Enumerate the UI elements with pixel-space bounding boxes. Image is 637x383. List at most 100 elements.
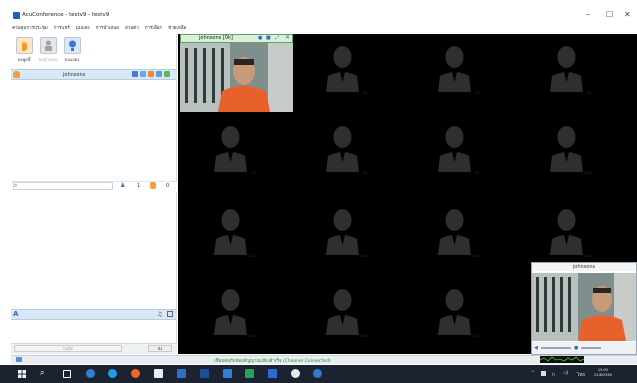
connection-status: เชื่อมต่อกับช่องสัญญาณเสียงสำเร็จ (Chann…: [214, 359, 331, 364]
chrome-icon[interactable]: [291, 369, 300, 378]
menu-item[interactable]: การนำเสนอ: [96, 24, 119, 32]
presenter-label: ขอนำเสนอ: [38, 57, 58, 62]
start-button[interactable]: [18, 370, 26, 378]
main-video-title: johnsons [0k]: [199, 35, 233, 41]
slot-label: 6%: [586, 91, 592, 95]
person-silhouette-icon: [326, 46, 359, 92]
mic-icon[interactable]: ●: [574, 345, 578, 351]
menu-item[interactable]: การเลือก: [145, 24, 162, 32]
network-icon[interactable]: [541, 371, 546, 376]
raise-hand-icon: [15, 37, 33, 54]
volume-icon[interactable]: ◁): [563, 371, 568, 376]
menu-item[interactable]: การแชร์: [54, 24, 70, 32]
person-silhouette-icon: [326, 209, 359, 255]
slot-label: 10%: [584, 171, 592, 175]
search-icon[interactable]: ⌕: [40, 368, 44, 378]
app-icon: [13, 12, 20, 19]
member-name[interactable]: johnsons: [63, 72, 85, 78]
maximize-button[interactable]: ☐: [606, 10, 613, 19]
volume-slider[interactable]: [541, 347, 571, 349]
empty-video-slot: 13%: [427, 203, 482, 258]
save-icon[interactable]: [167, 311, 173, 317]
tray-arrow-icon[interactable]: ^: [531, 371, 535, 376]
speaker-icon[interactable]: ◀: [534, 345, 538, 351]
person-silhouette-icon: [438, 209, 471, 255]
empty-video-slot: 6%: [539, 40, 594, 95]
close-button[interactable]: ✕: [624, 10, 631, 19]
conference-icon[interactable]: [313, 369, 322, 378]
hand-icon: [13, 71, 20, 78]
explorer-icon[interactable]: [200, 369, 209, 378]
person-silhouette-icon: [550, 209, 583, 255]
members-icon: ♟: [120, 182, 126, 189]
resize-icon[interactable]: ⤢: [275, 35, 279, 41]
ie-icon[interactable]: [108, 369, 117, 378]
chat-input[interactable]: บันทึก: [14, 345, 122, 352]
raise-hand-button[interactable]: ขอพูดนี้: [14, 37, 34, 65]
keyboard-icon: [16, 357, 22, 362]
slot-label: 16%: [360, 334, 368, 338]
person-silhouette-icon: [326, 126, 359, 172]
empty-video-slot: 11%: [203, 203, 258, 258]
hand-count: 0: [166, 183, 170, 189]
share-icon[interactable]: [156, 71, 162, 77]
mic-icon[interactable]: [148, 71, 154, 77]
store-icon[interactable]: [177, 369, 186, 378]
firefox-icon[interactable]: [131, 369, 140, 378]
menu-item[interactable]: ควบคุมการประชุม: [12, 24, 48, 32]
menu-item[interactable]: ส่วนตัว: [125, 24, 139, 32]
camera-icon[interactable]: [132, 71, 138, 77]
menu-bar: ควบคุมการประชุม การแชร์ มุมมอง การนำเสนอ…: [12, 24, 186, 32]
clock[interactable]: 15:05 21/8/2560: [594, 368, 612, 377]
camera-icon[interactable]: ■: [266, 35, 271, 41]
empty-video-slot: 5%: [427, 40, 482, 95]
title-bar: [0, 0, 637, 22]
minimize-button[interactable]: –: [586, 10, 590, 19]
search-icon: ⌕: [14, 182, 18, 189]
font-icon[interactable]: A: [13, 310, 18, 318]
mic-slider[interactable]: [581, 347, 601, 349]
slot-label: 8%: [362, 171, 368, 175]
clock-date: 21/8/2560: [594, 372, 612, 377]
audio-waveform: [539, 356, 585, 363]
send-button[interactable]: ส่ง: [148, 345, 172, 352]
mic-icon[interactable]: ●: [258, 35, 262, 41]
slot-label: 15%: [248, 334, 256, 338]
self-view-title: johnsons: [532, 263, 636, 271]
slot-label: 4%: [362, 91, 368, 95]
close-icon[interactable]: ✕: [285, 34, 290, 41]
empty-video-slot: 9%: [427, 120, 482, 175]
person-silhouette-icon: [326, 289, 359, 335]
member-search-input[interactable]: [13, 182, 113, 190]
raise-hand-label: ขอพูดนี้: [17, 57, 31, 62]
slot-label: 11%: [248, 254, 256, 258]
empty-video-slot: 10%: [539, 120, 594, 175]
bulb-icon: [63, 37, 81, 54]
edge-icon[interactable]: [86, 369, 95, 378]
music-icon[interactable]: ♫: [157, 311, 162, 318]
main-video-feed: [180, 43, 293, 112]
settings-icon[interactable]: [164, 71, 170, 77]
person-silhouette-icon: [214, 126, 247, 172]
mail-icon[interactable]: [154, 369, 163, 378]
person-silhouette-icon: [438, 126, 471, 172]
app-icon[interactable]: [223, 369, 232, 378]
language-icon: ก: [552, 373, 555, 378]
presenter-button[interactable]: ขอนำเสนอ: [38, 37, 58, 65]
empty-video-slot: 4%: [315, 40, 370, 95]
left-panel: [11, 34, 177, 354]
line-icon[interactable]: [245, 369, 254, 378]
person-silhouette-icon: [438, 289, 471, 335]
empty-video-slot: 12%: [315, 203, 370, 258]
chat-icon[interactable]: [140, 71, 146, 77]
slot-label: 7%: [250, 171, 256, 175]
show-button[interactable]: ขอแสดง: [62, 37, 82, 65]
presenter-icon: [39, 37, 57, 54]
menu-item[interactable]: มุมมอง: [76, 24, 90, 32]
settings-icon[interactable]: [268, 369, 277, 378]
hand-count-icon: [150, 182, 156, 189]
chat-header: [11, 309, 177, 320]
task-view-icon[interactable]: [63, 370, 71, 378]
input-language[interactable]: ไทย: [577, 371, 585, 378]
menu-item[interactable]: ช่วยเหลือ: [168, 24, 186, 32]
